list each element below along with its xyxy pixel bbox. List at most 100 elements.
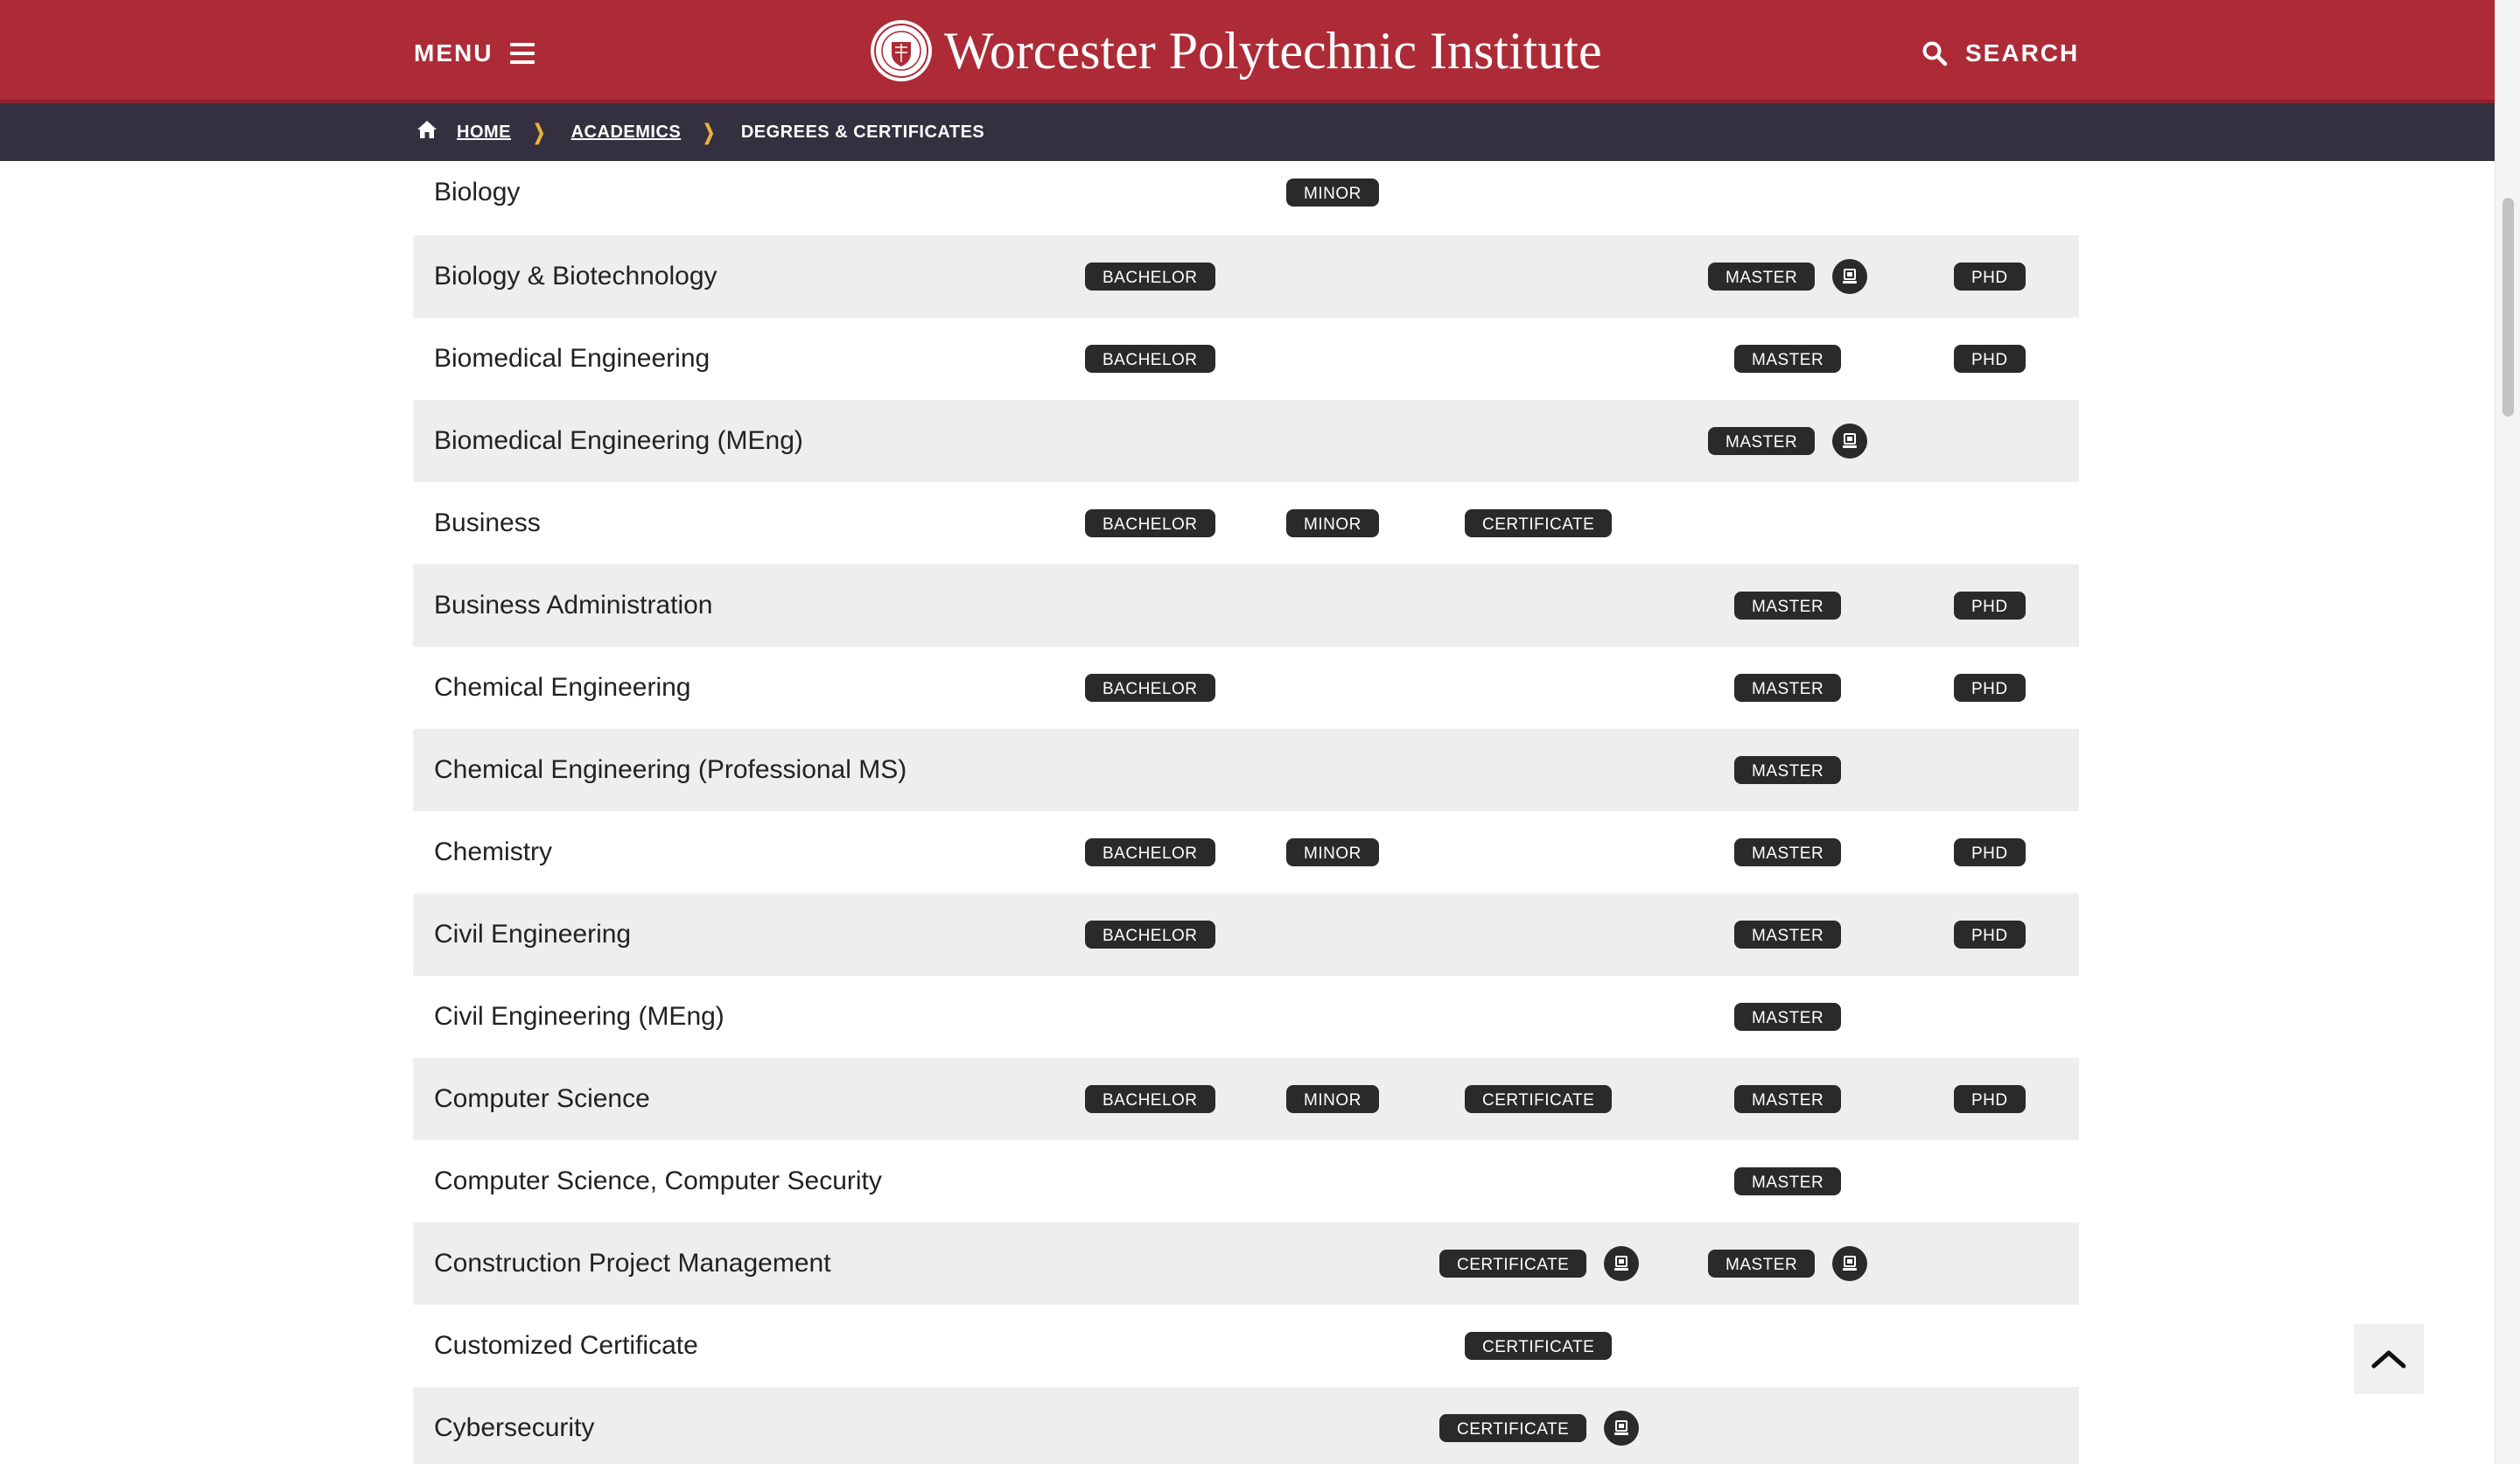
bachelor-badge[interactable]: BACHELOR [1085, 921, 1215, 949]
master-cell: MASTER [1708, 400, 1868, 482]
menu-button[interactable]: MENU [414, 35, 536, 72]
menu-label: MENU [414, 39, 494, 67]
minor-badge[interactable]: MINOR [1286, 509, 1379, 537]
master-badge[interactable]: MASTER [1708, 1250, 1816, 1278]
minor-cell: MINOR [1286, 1058, 1379, 1140]
master-cell: MASTER [1734, 811, 1842, 893]
table-row: Biomedical Engineering BACHELOR MASTER PHD [413, 318, 2079, 400]
phd-badge[interactable]: PHD [1954, 263, 2026, 291]
minor-badge[interactable]: MINOR [1286, 179, 1379, 207]
program-name[interactable]: Computer Science, Computer Security [434, 1140, 882, 1222]
program-name[interactable]: Chemistry [434, 811, 552, 893]
search-button[interactable]: SEARCH [1922, 35, 2079, 72]
program-name[interactable]: Business Administration [434, 564, 713, 647]
breadcrumb-current: DEGREES & CERTIFICATES [740, 122, 985, 142]
phd-badge[interactable]: PHD [1954, 592, 2026, 620]
bachelor-badge[interactable]: BACHELOR [1085, 263, 1215, 291]
program-name[interactable]: Civil Engineering (MEng) [434, 976, 724, 1058]
table-row: Civil Engineering BACHELOR MASTER PHD [413, 893, 2079, 976]
master-badge[interactable]: MASTER [1734, 921, 1842, 949]
phd-badge[interactable]: PHD [1954, 345, 2026, 373]
master-cell: MASTER [1734, 1058, 1842, 1140]
bachelor-badge[interactable]: BACHELOR [1085, 838, 1215, 866]
bachelor-badge[interactable]: BACHELOR [1085, 509, 1215, 537]
bachelor-cell: BACHELOR [1085, 235, 1215, 318]
phd-badge[interactable]: PHD [1954, 921, 2026, 949]
laptop-icon[interactable] [1832, 259, 1868, 294]
scrollbar-thumb[interactable] [2502, 198, 2514, 417]
program-name[interactable]: Chemical Engineering (Professional MS) [434, 729, 906, 811]
master-cell: MASTER [1734, 976, 1842, 1058]
table-row: Business Administration MASTER PHD [413, 564, 2079, 647]
table-row: Biology MINOR [413, 150, 2079, 235]
program-name[interactable]: Construction Project Management [434, 1222, 831, 1305]
master-badge[interactable]: MASTER [1734, 592, 1842, 620]
minor-badge[interactable]: MINOR [1286, 1085, 1379, 1113]
laptop-icon[interactable] [1832, 1246, 1868, 1281]
master-cell: MASTER [1734, 1140, 1842, 1222]
master-cell: MASTER [1734, 318, 1842, 400]
master-cell: MASTER [1734, 647, 1842, 729]
site-logo[interactable]: Worcester Polytechnic Institute [869, 16, 1602, 86]
certificate-badge[interactable]: CERTIFICATE [1465, 509, 1613, 537]
table-row: Chemical Engineering (Professional MS) MA… [413, 729, 2079, 811]
wpi-seal-icon [871, 20, 932, 81]
phd-badge[interactable]: PHD [1954, 674, 2026, 702]
master-badge[interactable]: MASTER [1734, 1167, 1842, 1195]
table-row: Construction Project Management CERTIFICA… [413, 1222, 2079, 1305]
laptop-icon[interactable] [1604, 1246, 1640, 1281]
master-badge[interactable]: MASTER [1734, 756, 1842, 784]
master-badge[interactable]: MASTER [1734, 1085, 1842, 1113]
chevron-right-icon: ❯ [703, 120, 716, 144]
program-name[interactable]: Chemical Engineering [434, 647, 691, 729]
program-name[interactable]: Cybersecurity [434, 1387, 594, 1464]
master-badge[interactable]: MASTER [1734, 838, 1842, 866]
breadcrumb-academics-link[interactable]: ACADEMICS [571, 123, 682, 143]
phd-cell: PHD [1954, 564, 2026, 647]
program-name[interactable]: Biology & Biotechnology [434, 235, 718, 318]
chevron-up-icon [2371, 1350, 2406, 1369]
program-name[interactable]: Civil Engineering [434, 893, 631, 976]
master-badge[interactable]: MASTER [1708, 427, 1816, 455]
bachelor-badge[interactable]: BACHELOR [1085, 345, 1215, 373]
master-badge[interactable]: MASTER [1734, 345, 1842, 373]
master-badge[interactable]: MASTER [1734, 674, 1842, 702]
master-cell: MASTER [1734, 564, 1842, 647]
phd-badge[interactable]: PHD [1954, 838, 2026, 866]
master-cell: MASTER [1734, 893, 1842, 976]
laptop-icon[interactable] [1604, 1411, 1640, 1446]
bachelor-badge[interactable]: BACHELOR [1085, 1085, 1215, 1113]
certificate-cell: CERTIFICATE [1465, 1305, 1613, 1387]
master-badge[interactable]: MASTER [1734, 1003, 1842, 1031]
minor-badge[interactable]: MINOR [1286, 838, 1379, 866]
table-row: Customized Certificate CERTIFICATE [413, 1305, 2079, 1387]
program-name[interactable]: Computer Science [434, 1058, 650, 1140]
phd-badge[interactable]: PHD [1954, 1085, 2026, 1113]
program-name[interactable]: Customized Certificate [434, 1305, 698, 1387]
phd-cell: PHD [1954, 893, 2026, 976]
certificate-cell: CERTIFICATE [1439, 1387, 1640, 1464]
site-title: Worcester Polytechnic Institute [944, 21, 1602, 80]
certificate-badge[interactable]: CERTIFICATE [1465, 1332, 1613, 1360]
certificate-badge[interactable]: CERTIFICATE [1439, 1414, 1587, 1442]
programs-table: Biology MINOR Biology & Biotechnology BACHE… [413, 150, 2079, 1464]
certificate-badge[interactable]: CERTIFICATE [1465, 1085, 1613, 1113]
bachelor-cell: BACHELOR [1085, 647, 1215, 729]
laptop-icon[interactable] [1832, 424, 1868, 459]
program-name[interactable]: Biomedical Engineering (MEng) [434, 400, 803, 482]
certificate-badge[interactable]: CERTIFICATE [1439, 1250, 1587, 1278]
bachelor-badge[interactable]: BACHELOR [1085, 674, 1215, 702]
master-badge[interactable]: MASTER [1708, 263, 1816, 291]
program-name[interactable]: Business [434, 482, 541, 564]
home-icon[interactable] [416, 120, 438, 139]
bachelor-cell: BACHELOR [1085, 1058, 1215, 1140]
back-to-top-button[interactable] [2354, 1324, 2424, 1394]
program-name[interactable]: Biology [434, 150, 520, 235]
program-name[interactable]: Biomedical Engineering [434, 318, 710, 400]
page-scrollbar[interactable] [2495, 0, 2520, 1464]
table-row: Computer Science, Computer Security MASTE… [413, 1140, 2079, 1222]
breadcrumb-home-link[interactable]: HOME [457, 123, 511, 143]
minor-cell: MINOR [1286, 482, 1379, 564]
minor-cell: MINOR [1286, 811, 1379, 893]
table-row: Chemical Engineering BACHELOR MASTER PHD [413, 647, 2079, 729]
